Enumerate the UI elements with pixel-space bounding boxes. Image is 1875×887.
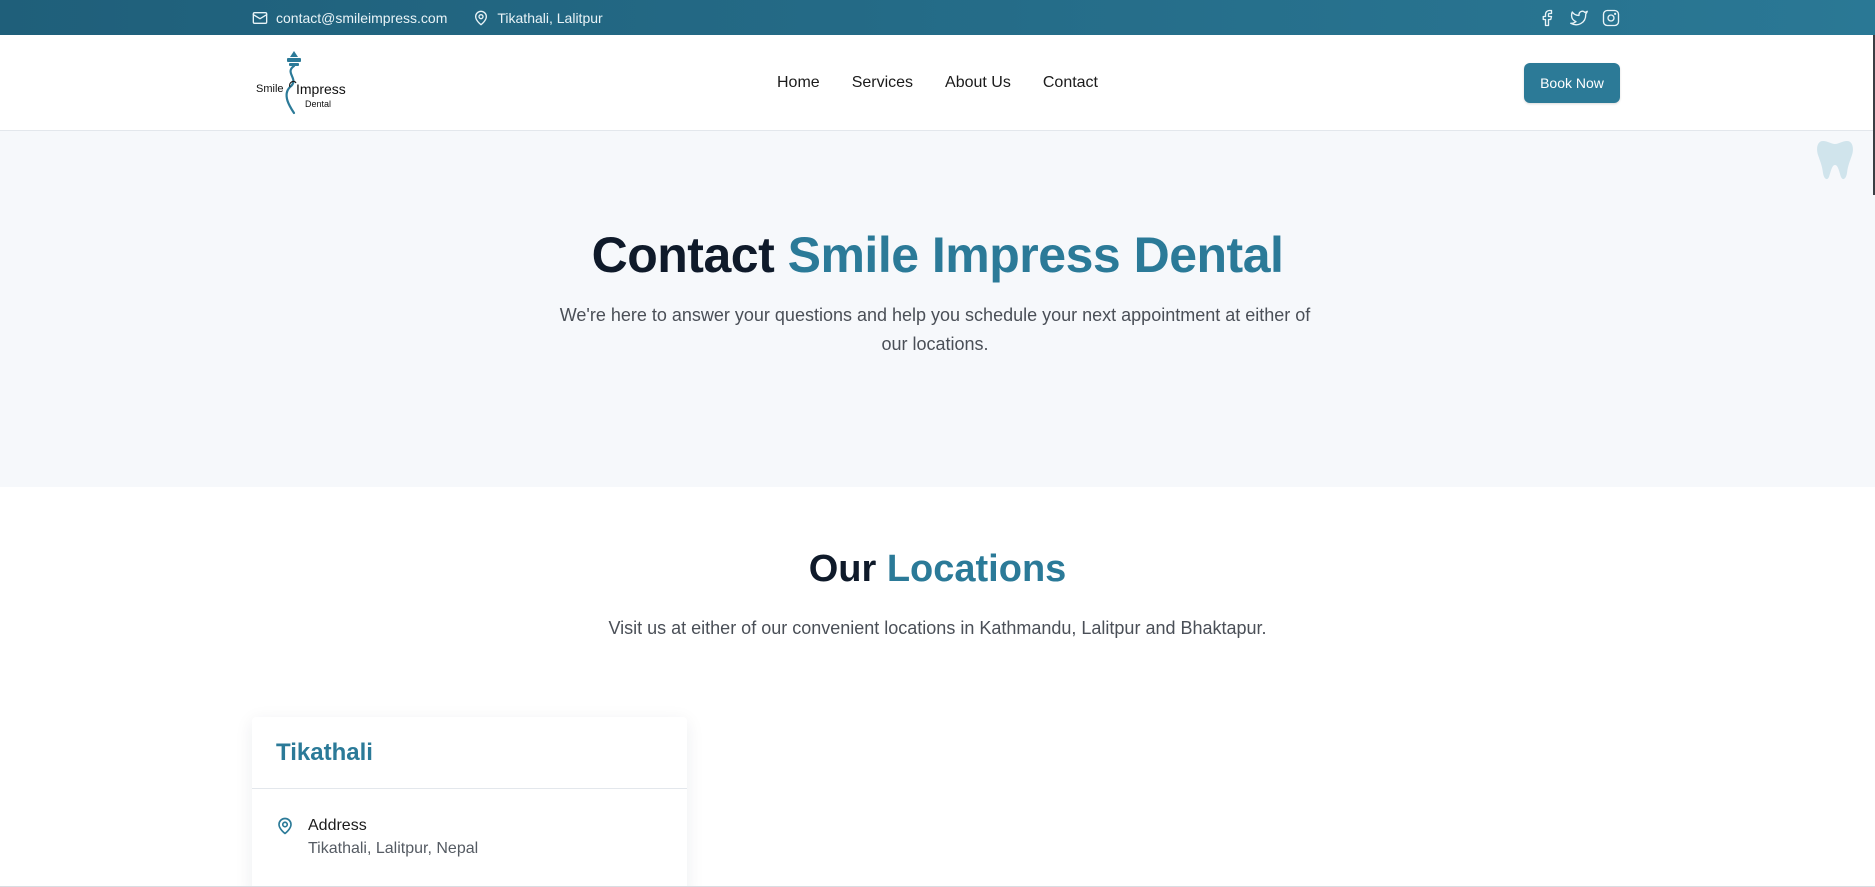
location-card: Tikathali Address Tikathali, Lalitpur, N… bbox=[252, 717, 687, 887]
social-links bbox=[1538, 0, 1620, 35]
nav-services[interactable]: Services bbox=[852, 74, 913, 92]
logo-text-smile: Smile bbox=[256, 83, 284, 95]
instagram-icon[interactable] bbox=[1602, 9, 1620, 27]
topbar-location-text: Tikathali, Lalitpur bbox=[497, 9, 603, 26]
map-pin-icon bbox=[473, 10, 489, 26]
top-info-bar: contact@smileimpress.com Tikathali, Lali… bbox=[0, 0, 1875, 35]
locations-title-accent: Locations bbox=[886, 548, 1067, 590]
nav-home[interactable]: Home bbox=[777, 74, 820, 92]
hero-subtitle: We're here to answer your questions and … bbox=[559, 305, 1311, 354]
logo-text-impress: Impress bbox=[296, 81, 346, 97]
topbar-location: Tikathali, Lalitpur bbox=[473, 9, 603, 26]
location-address-row: Address Tikathali, Lalitpur, Nepal bbox=[276, 817, 478, 858]
hero-title-accent: Smile Impress Dental bbox=[787, 227, 1284, 283]
nav-contact[interactable]: Contact bbox=[1043, 74, 1098, 92]
contact-hero: Contact Smile Impress Dental We're here … bbox=[0, 131, 1875, 487]
facebook-icon[interactable] bbox=[1538, 9, 1556, 27]
book-now-button[interactable]: Book Now bbox=[1524, 63, 1620, 103]
site-logo[interactable]: Smile Impress Dental bbox=[254, 49, 350, 119]
topbar-email[interactable]: contact@smileimpress.com bbox=[252, 10, 447, 26]
tooth-icon bbox=[1815, 139, 1855, 188]
nav-about-us[interactable]: About Us bbox=[945, 74, 1011, 92]
map-pin-icon bbox=[276, 817, 294, 858]
locations-subtitle: Visit us at either of our convenient loc… bbox=[608, 618, 1267, 638]
locations-title-plain: Our bbox=[808, 548, 877, 590]
address-label: Address bbox=[308, 817, 367, 834]
topbar-email-text[interactable]: contact@smileimpress.com bbox=[276, 10, 447, 26]
location-card-header: Tikathali bbox=[252, 717, 687, 789]
locations-title: Our Locations bbox=[0, 548, 1875, 591]
main-navbar: Smile Impress Dental Home Services About… bbox=[0, 35, 1875, 131]
hero-title-plain: Contact bbox=[591, 227, 775, 283]
twitter-icon[interactable] bbox=[1570, 9, 1588, 27]
location-address-block: Address Tikathali, Lalitpur, Nepal bbox=[308, 817, 478, 858]
address-value: Tikathali, Lalitpur, Nepal bbox=[308, 840, 479, 857]
location-card-title: Tikathali bbox=[276, 738, 373, 766]
mail-icon bbox=[252, 10, 268, 26]
topbar-contact-info: contact@smileimpress.com Tikathali, Lali… bbox=[252, 0, 603, 35]
primary-nav: Home Services About Us Contact bbox=[777, 35, 1098, 131]
logo-text-dental: Dental bbox=[305, 99, 331, 109]
hero-title: Contact Smile Impress Dental bbox=[0, 226, 1875, 284]
